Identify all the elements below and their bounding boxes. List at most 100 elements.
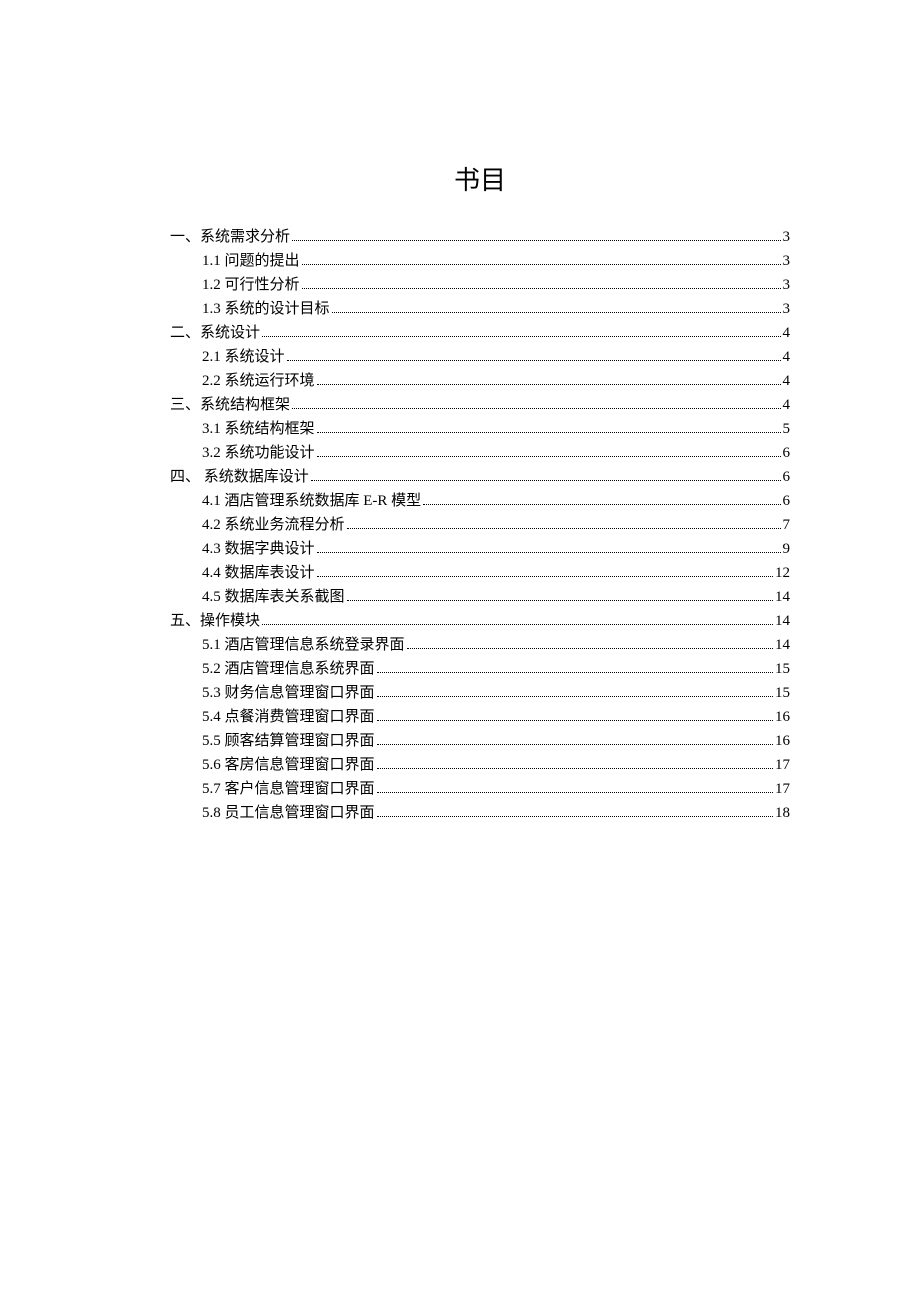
toc-entry: 四、 系统数据库设计6 <box>170 465 790 489</box>
toc-leader-dots <box>292 408 780 409</box>
toc-entry: 4.5 数据库表关系截图 14 <box>170 585 790 609</box>
toc-leader-dots <box>317 432 781 433</box>
toc-leader-dots <box>302 288 781 289</box>
toc-leader-dots <box>377 768 773 769</box>
toc-leader-dots <box>287 360 781 361</box>
toc-entry: 5.4 点餐消费管理窗口界面 16 <box>170 705 790 729</box>
toc-entry: 2.1 系统设计 4 <box>170 345 790 369</box>
toc-entry: 5.3 财务信息管理窗口界面 15 <box>170 681 790 705</box>
toc-entry: 5.5 顾客结算管理窗口界面 16 <box>170 729 790 753</box>
toc-leader-dots <box>423 504 780 505</box>
toc-entry: 二、系统设计 4 <box>170 321 790 345</box>
toc-entry: 5.7 客户信息管理窗口界面17 <box>170 777 790 801</box>
toc-entry-label: 4.4 数据库表设计 <box>202 561 315 585</box>
toc-leader-dots <box>347 600 773 601</box>
toc-entry: 4.2 系统业务流程分析 7 <box>170 513 790 537</box>
toc-entry-page: 3 <box>783 297 791 321</box>
toc-entry-label: 4.5 数据库表关系截图 <box>202 585 345 609</box>
toc-entry: 5.2 酒店管理信息系统界面 15 <box>170 657 790 681</box>
toc-entry-page: 4 <box>783 345 791 369</box>
toc-entry-label: 三、系统结构框架 <box>170 393 290 417</box>
toc-leader-dots <box>311 480 781 481</box>
toc-entry-label: 5.2 酒店管理信息系统界面 <box>202 657 375 681</box>
document-page: 书目 一、系统需求分析31.1 问题的提出31.2 可行性分析31.3 系统的设… <box>0 0 920 825</box>
toc-title: 书目 <box>170 160 790 197</box>
toc-entry-label: 二、系统设计 <box>170 321 260 345</box>
toc-entry-label: 5.4 点餐消费管理窗口界面 <box>202 705 375 729</box>
toc-entry-label: 1.1 问题的提出 <box>202 249 300 273</box>
toc-entry-page: 16 <box>775 729 790 753</box>
toc-entry-label: 3.1 系统结构框架 <box>202 417 315 441</box>
toc-entry-label: 5.3 财务信息管理窗口界面 <box>202 681 375 705</box>
toc-entry: 2.2 系统运行环境 4 <box>170 369 790 393</box>
toc-entry-page: 14 <box>775 633 790 657</box>
toc-leader-dots <box>407 648 773 649</box>
toc-entry-page: 3 <box>783 225 791 249</box>
toc-entry: 4.4 数据库表设计 12 <box>170 561 790 585</box>
toc-entry: 4.3 数据字典设计 9 <box>170 537 790 561</box>
toc-entry-page: 15 <box>775 681 790 705</box>
toc-entry-page: 6 <box>783 465 791 489</box>
toc-entry: 1.2 可行性分析 3 <box>170 273 790 297</box>
toc-entry-label: 五、操作模块 <box>170 609 260 633</box>
toc-leader-dots <box>377 720 773 721</box>
toc-entry: 一、系统需求分析 3 <box>170 225 790 249</box>
toc-leader-dots <box>317 552 781 553</box>
toc-leader-dots <box>262 624 773 625</box>
toc-entry-label: 2.2 系统运行环境 <box>202 369 315 393</box>
toc-entry-label: 5.8 员工信息管理窗口界面 <box>202 801 375 825</box>
toc-entry-label: 5.6 客房信息管理窗口界面 <box>202 753 375 777</box>
toc-entry-page: 14 <box>775 609 790 633</box>
toc-entry-page: 4 <box>783 321 791 345</box>
toc-entry-page: 18 <box>775 801 790 825</box>
toc-entry: 5.8 员工信息管理窗口界面 18 <box>170 801 790 825</box>
toc-entry-label: 3.2 系统功能设计 <box>202 441 315 465</box>
toc-entry: 4.1 酒店管理系统数据库 E-R 模型 6 <box>170 489 790 513</box>
toc-leader-dots <box>317 384 781 385</box>
toc-entry-page: 4 <box>783 369 791 393</box>
toc-entry-label: 5.7 客户信息管理窗口界面 <box>202 777 375 801</box>
toc-leader-dots <box>347 528 781 529</box>
toc-entry-page: 3 <box>783 249 791 273</box>
toc-entry-label: 1.3 系统的设计目标 <box>202 297 330 321</box>
toc-entry-label: 1.2 可行性分析 <box>202 273 300 297</box>
toc-entry-label: 2.1 系统设计 <box>202 345 285 369</box>
toc-entry-page: 6 <box>783 489 791 513</box>
toc-entry-label: 4.2 系统业务流程分析 <box>202 513 345 537</box>
toc-entry-label: 4.3 数据字典设计 <box>202 537 315 561</box>
toc-leader-dots <box>302 264 781 265</box>
toc-leader-dots <box>377 744 773 745</box>
toc-entry-page: 12 <box>775 561 790 585</box>
toc-entry: 3.1 系统结构框架 5 <box>170 417 790 441</box>
toc-entry-page: 4 <box>783 393 791 417</box>
toc-leader-dots <box>262 336 780 337</box>
toc-entry-page: 16 <box>775 705 790 729</box>
toc-entry-page: 6 <box>783 441 791 465</box>
toc-entry: 3.2 系统功能设计 6 <box>170 441 790 465</box>
toc-entry: 1.3 系统的设计目标 3 <box>170 297 790 321</box>
toc-entry-label: 5.1 酒店管理信息系统登录界面 <box>202 633 405 657</box>
toc-leader-dots <box>292 240 780 241</box>
toc-entry-label: 5.5 顾客结算管理窗口界面 <box>202 729 375 753</box>
toc-entry: 5.1 酒店管理信息系统登录界面 14 <box>170 633 790 657</box>
toc-entry: 五、操作模块 14 <box>170 609 790 633</box>
toc-entry: 5.6 客房信息管理窗口界面 17 <box>170 753 790 777</box>
toc-entry: 1.1 问题的提出 3 <box>170 249 790 273</box>
toc-leader-dots <box>377 816 773 817</box>
toc-leader-dots <box>377 672 773 673</box>
toc-entry-label: 4.1 酒店管理系统数据库 E-R 模型 <box>202 489 421 513</box>
toc-leader-dots <box>332 312 781 313</box>
toc-leader-dots <box>317 576 773 577</box>
toc-entry-page: 7 <box>783 513 791 537</box>
toc-entry-page: 3 <box>783 273 791 297</box>
toc-entry: 三、系统结构框架 4 <box>170 393 790 417</box>
toc-leader-dots <box>377 696 773 697</box>
toc-entry-label: 一、系统需求分析 <box>170 225 290 249</box>
toc-entry-page: 17 <box>775 753 790 777</box>
toc-entry-page: 5 <box>783 417 791 441</box>
toc-entry-page: 14 <box>775 585 790 609</box>
toc-entry-page: 9 <box>783 537 791 561</box>
toc-leader-dots <box>317 456 781 457</box>
toc-entry-page: 15 <box>775 657 790 681</box>
table-of-contents: 一、系统需求分析31.1 问题的提出31.2 可行性分析31.3 系统的设计目标… <box>170 225 790 825</box>
